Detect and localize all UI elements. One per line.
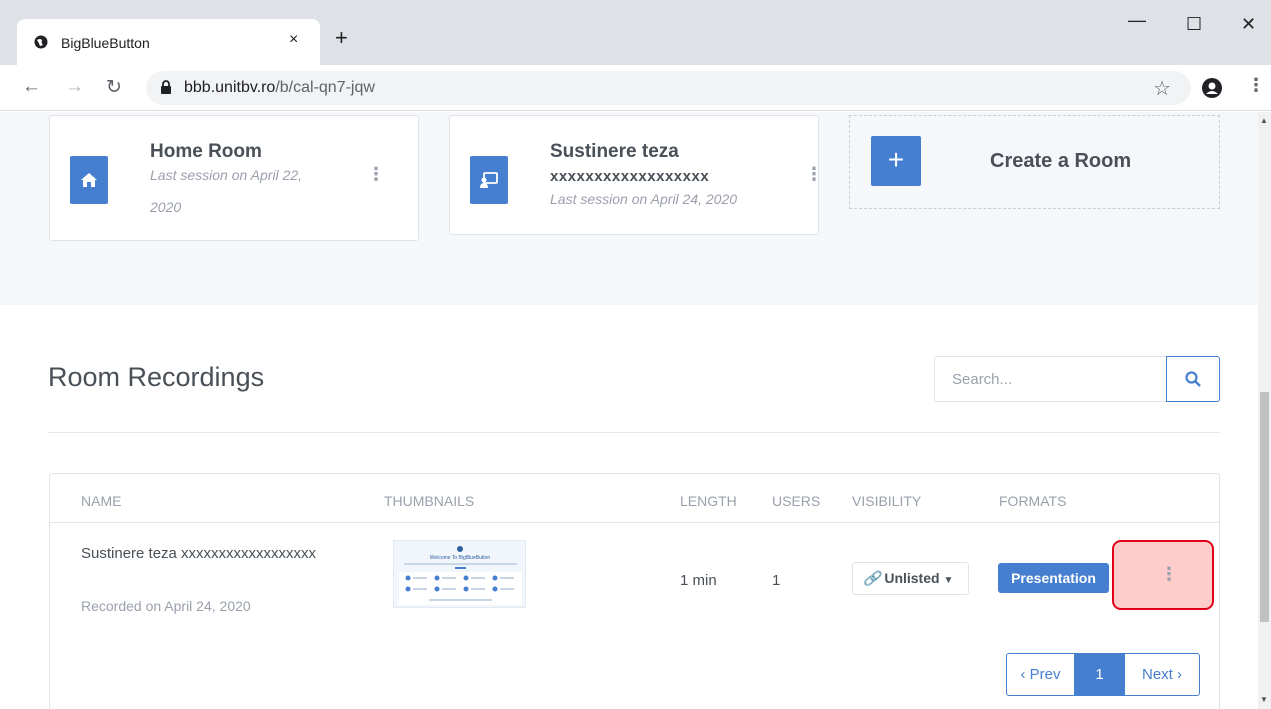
column-header-users: USERS bbox=[772, 493, 821, 509]
recording-length: 1 min bbox=[680, 572, 717, 589]
thumbnail-preview: Welcome To BigBlueButton bbox=[399, 546, 522, 605]
room-last-session-year: 2020 bbox=[150, 199, 182, 215]
column-header-formats: FORMATS bbox=[999, 493, 1067, 509]
maximize-button[interactable]: ☐ bbox=[1186, 14, 1202, 35]
search-button[interactable] bbox=[1166, 356, 1220, 402]
browser-menu-icon[interactable]: ⋮ bbox=[1247, 75, 1265, 96]
new-tab-button[interactable]: + bbox=[335, 27, 348, 49]
browser-toolbar: ← → ↻ bbb.unitbv.ro/b/cal-qn7-jqw ☆ ⋮ bbox=[0, 65, 1271, 111]
recordings-table: NAME THUMBNAILS LENGTH USERS VISIBILITY … bbox=[49, 473, 1220, 709]
room-options-icon[interactable]: ⋮ bbox=[805, 164, 823, 185]
globe-icon bbox=[34, 35, 48, 49]
caret-down-icon: ▼ bbox=[943, 575, 954, 586]
current-page[interactable]: 1 bbox=[1075, 653, 1124, 696]
forward-arrow-icon[interactable]: → bbox=[65, 76, 84, 98]
recording-options-button[interactable]: ⋮ bbox=[1112, 540, 1214, 610]
visibility-value: Unlisted bbox=[884, 570, 940, 586]
presentation-icon bbox=[470, 156, 508, 204]
visibility-dropdown[interactable]: 🔗 Unlisted ▼ bbox=[852, 562, 969, 595]
table-header-divider bbox=[50, 522, 1219, 523]
recording-thumbnail[interactable]: Welcome To BigBlueButton bbox=[393, 540, 526, 608]
room-last-session: Last session on April 22, bbox=[150, 167, 303, 183]
search-input[interactable]: Search... bbox=[934, 356, 1166, 402]
column-header-thumbnails: THUMBNAILS bbox=[384, 493, 475, 509]
search-icon bbox=[1185, 371, 1201, 387]
plus-icon: + bbox=[871, 136, 921, 186]
divider bbox=[48, 432, 1220, 433]
column-header-name: NAME bbox=[81, 493, 122, 509]
url-text: bbb.unitbv.ro/b/cal-qn7-jqw bbox=[184, 79, 375, 97]
profile-avatar-icon[interactable] bbox=[1202, 78, 1222, 98]
bookmark-star-icon[interactable]: ☆ bbox=[1153, 76, 1171, 101]
room-name: Home Room bbox=[150, 141, 262, 162]
recording-users: 1 bbox=[772, 572, 781, 589]
close-tab-icon[interactable]: × bbox=[289, 31, 298, 49]
room-last-session: Last session on April 24, 2020 bbox=[550, 191, 738, 207]
home-icon bbox=[70, 156, 108, 204]
vertical-ellipsis-icon: ⋮ bbox=[1160, 564, 1178, 584]
link-icon: 🔗 bbox=[863, 570, 881, 586]
back-arrow-icon[interactable]: ← bbox=[22, 76, 41, 98]
url-host: bbb.unitbv.ro bbox=[184, 79, 276, 96]
recording-date: Recorded on April 24, 2020 bbox=[81, 598, 251, 614]
recordings-title: Room Recordings bbox=[48, 362, 265, 392]
recording-name[interactable]: Sustinere teza xxxxxxxxxxxxxxxxxx bbox=[81, 545, 316, 562]
pagination: ‹ Prev 1 Next › bbox=[1006, 653, 1200, 696]
vertical-scrollbar[interactable]: ▲ ▼ bbox=[1258, 112, 1271, 709]
scroll-up-arrow[interactable]: ▲ bbox=[1260, 116, 1268, 125]
create-room-card[interactable]: + Create a Room bbox=[849, 115, 1220, 209]
room-card-home[interactable]: Home Room Last session on April 22, 2020… bbox=[49, 115, 419, 241]
create-room-label: Create a Room bbox=[990, 150, 1132, 172]
address-bar[interactable]: bbb.unitbv.ro/b/cal-qn7-jqw ☆ bbox=[146, 71, 1191, 105]
url-path: /b/cal-qn7-jqw bbox=[275, 79, 375, 96]
column-header-length: LENGTH bbox=[680, 493, 737, 509]
close-window-button[interactable]: ✕ bbox=[1241, 14, 1256, 35]
room-name: Sustinere teza bbox=[550, 141, 679, 162]
prev-page-button[interactable]: ‹ Prev bbox=[1006, 653, 1075, 696]
tab-strip: BigBlueButton × + — ☐ ✕ bbox=[0, 0, 1271, 65]
scrollbar-thumb[interactable] bbox=[1260, 392, 1269, 622]
lock-icon bbox=[161, 80, 171, 94]
rooms-section: Home Room Last session on April 22, 2020… bbox=[0, 112, 1258, 305]
presentation-format-button[interactable]: Presentation bbox=[998, 563, 1109, 593]
scroll-down-arrow[interactable]: ▼ bbox=[1260, 695, 1268, 704]
tab-title: BigBlueButton bbox=[61, 35, 150, 51]
minimize-button[interactable]: — bbox=[1128, 10, 1146, 31]
room-options-icon[interactable]: ⋮ bbox=[367, 164, 385, 185]
browser-tab[interactable]: BigBlueButton × bbox=[17, 19, 320, 65]
room-card-sustinere[interactable]: Sustinere teza xxxxxxxxxxxxxxxxxx Last s… bbox=[449, 115, 823, 235]
next-page-button[interactable]: Next › bbox=[1124, 653, 1200, 696]
thumbnail-title: Welcome To BigBlueButton bbox=[430, 555, 491, 561]
page-content: Home Room Last session on April 22, 2020… bbox=[0, 112, 1258, 709]
reload-icon[interactable]: ↻ bbox=[106, 76, 122, 99]
column-header-visibility: VISIBILITY bbox=[852, 493, 922, 509]
